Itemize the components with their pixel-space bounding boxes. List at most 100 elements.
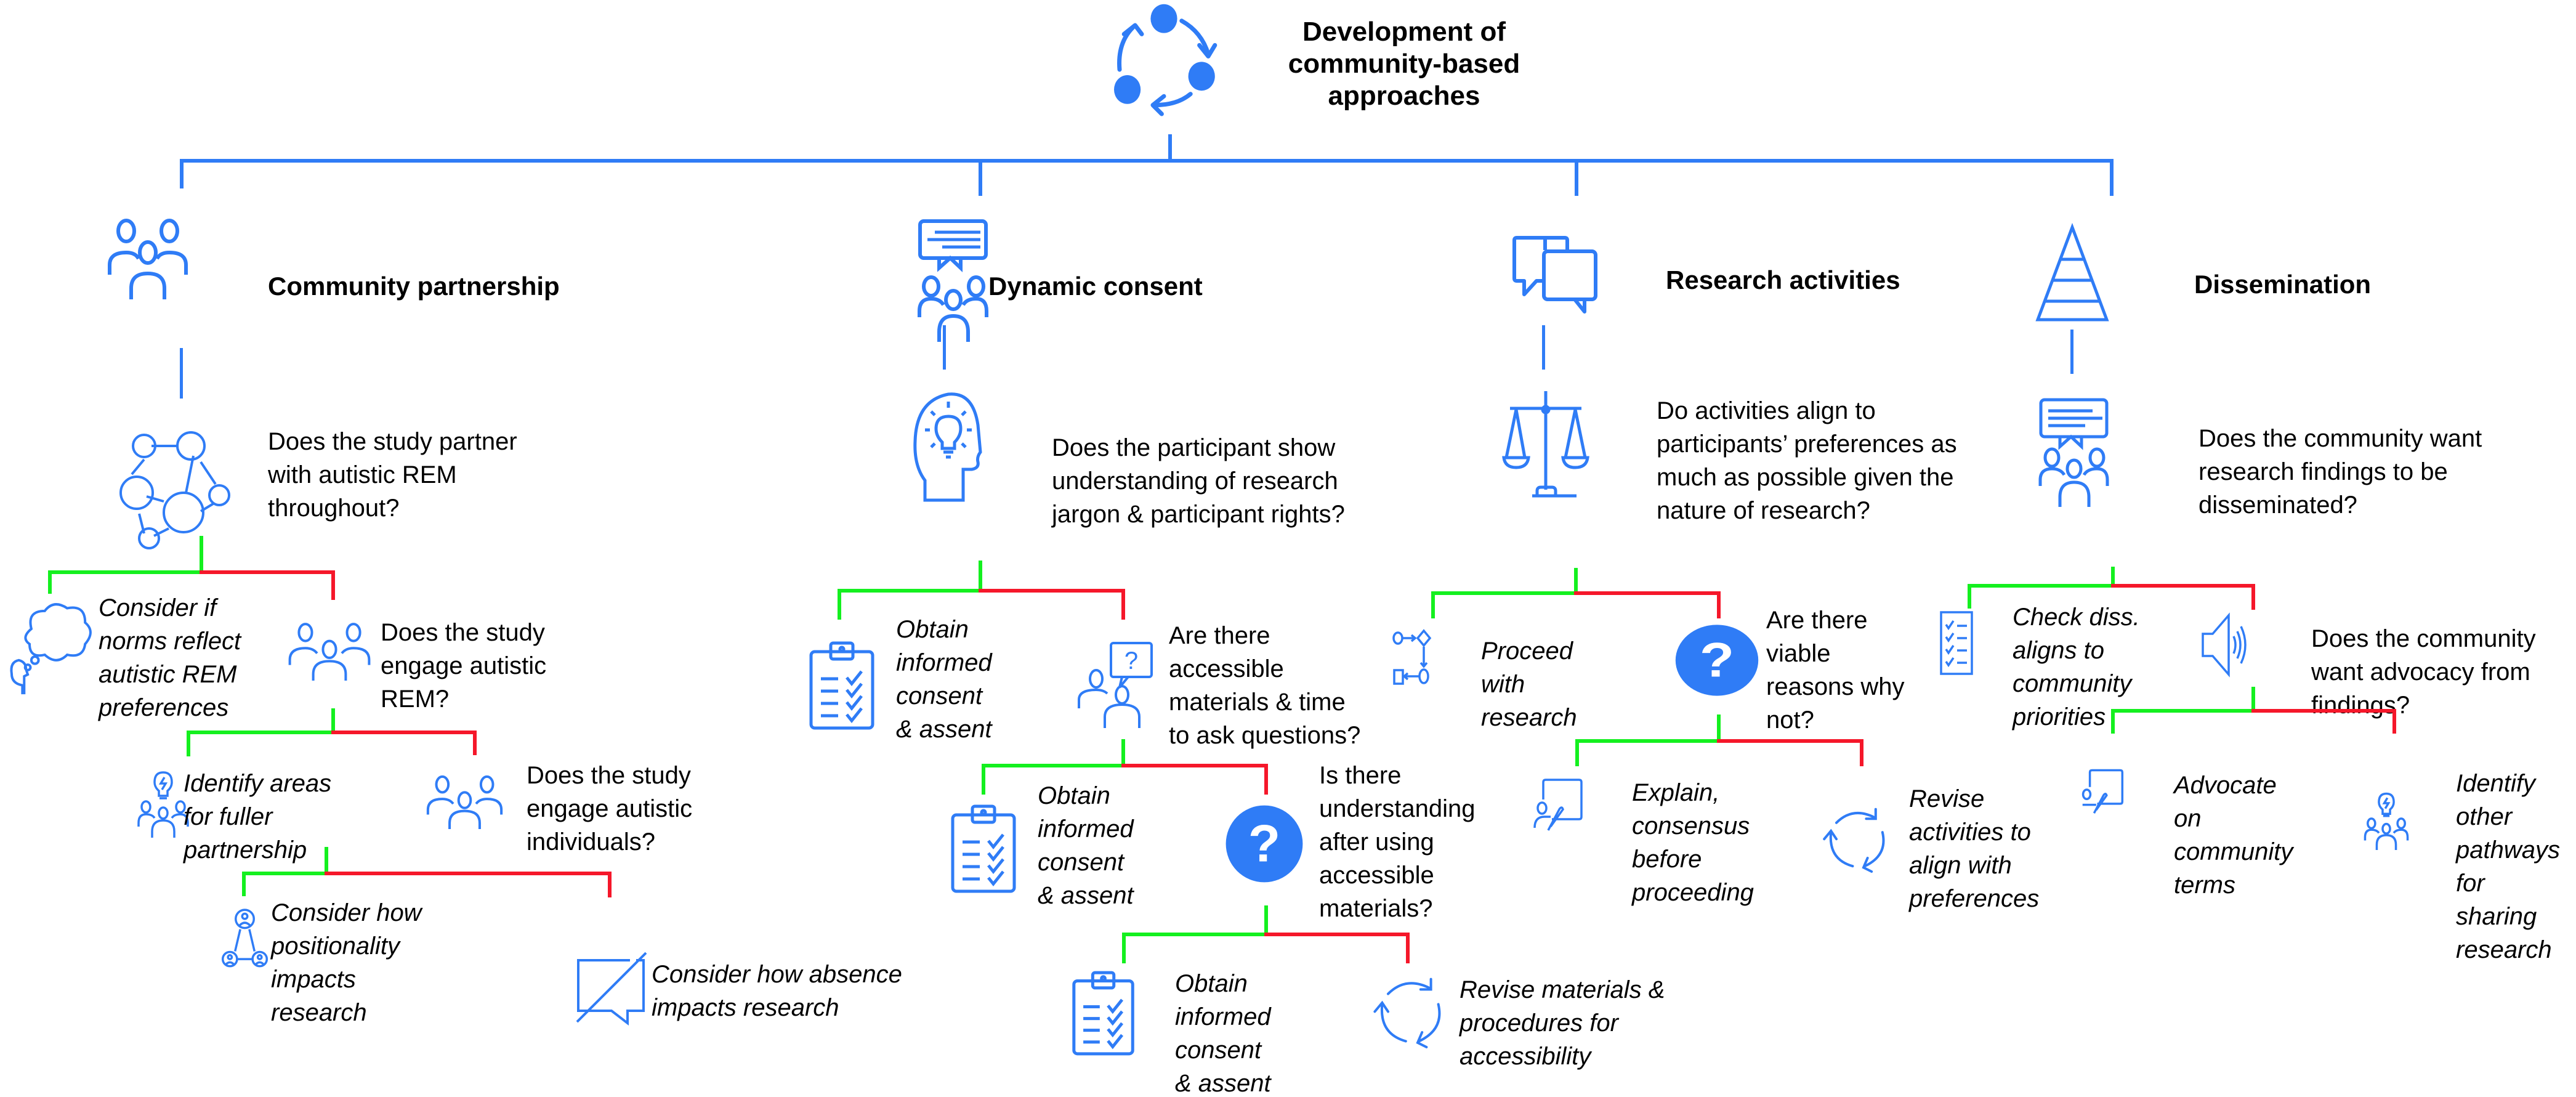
question-text: Are there accessible materials & time to… bbox=[1169, 622, 1361, 749]
no-drop bbox=[1121, 589, 1125, 620]
question-text: Does the community want research finding… bbox=[2198, 425, 2482, 519]
head-lightbulb-icon bbox=[911, 388, 982, 502]
root-horizontal-bar bbox=[180, 159, 2114, 163]
yes-drop bbox=[1431, 591, 1435, 618]
no-branch bbox=[2251, 709, 2396, 713]
group-lightbulb-icon bbox=[139, 770, 188, 838]
chat-bubbles-icon bbox=[1512, 234, 1598, 314]
decision-tree-diagram: Development of community-based approache… bbox=[0, 0, 2576, 1097]
column-1-stem bbox=[180, 159, 184, 188]
action-text: Proceed with research bbox=[1481, 638, 1577, 731]
yes-branch bbox=[1122, 933, 1268, 936]
yes-branch bbox=[1968, 584, 2115, 588]
yes-branch bbox=[2111, 709, 2255, 713]
no-branch bbox=[1574, 591, 1721, 595]
yes-branch bbox=[1431, 591, 1578, 595]
svg-text:?: ? bbox=[1124, 647, 1138, 674]
process-flow-icon bbox=[1393, 628, 1433, 690]
presenter-board-icon bbox=[1533, 777, 1583, 836]
action-text: Advocate on community terms bbox=[2174, 772, 2293, 899]
no-drop bbox=[608, 872, 612, 897]
yes-stem bbox=[200, 536, 203, 574]
group-icon bbox=[423, 775, 506, 829]
no-branch bbox=[1717, 739, 1863, 743]
title-line-1: Development of bbox=[1302, 17, 1506, 47]
no-drop bbox=[1264, 764, 1268, 795]
yes-branch bbox=[982, 764, 1125, 767]
action-text: Identify other pathways for sharing rese… bbox=[2456, 770, 2560, 963]
category-label: Dissemination bbox=[2194, 270, 2372, 299]
yes-branch bbox=[187, 731, 334, 734]
connector bbox=[2070, 330, 2073, 374]
yes-stem bbox=[979, 561, 982, 593]
presenter-board-icon bbox=[2081, 767, 2123, 819]
no-drop bbox=[1860, 739, 1863, 766]
svg-text:?: ? bbox=[1700, 633, 1734, 687]
no-branch bbox=[200, 570, 335, 574]
action-text: Revise materials & procedures for access… bbox=[1460, 976, 1665, 1070]
column-3-stem bbox=[1575, 159, 1578, 196]
question-text: Does the community want advocacy from fi… bbox=[2311, 625, 2536, 719]
no-branch bbox=[1264, 933, 1410, 936]
action-text: Consider how positionality impacts resea… bbox=[271, 899, 422, 1026]
pyramid-icon bbox=[2035, 225, 2109, 323]
yes-drop bbox=[242, 872, 246, 896]
action-text: Obtain informed consent & assent bbox=[896, 616, 992, 743]
question-text: Do activities align to participants’ pre… bbox=[1657, 397, 1957, 524]
action-text: Consider if norms reflect autistic REM p… bbox=[99, 594, 241, 721]
question-text: Does the study engage autistic REM? bbox=[381, 619, 547, 713]
yes-drop bbox=[1575, 739, 1579, 766]
refresh-cycle-icon bbox=[1373, 973, 1447, 1047]
connector bbox=[1542, 325, 1545, 370]
no-drop bbox=[2251, 584, 2255, 610]
yes-drop bbox=[838, 589, 841, 620]
network-icon bbox=[117, 425, 252, 548]
yes-drop bbox=[187, 731, 190, 756]
clipboard-checklist-icon bbox=[950, 804, 1018, 893]
person-question-icon: ? bbox=[1078, 641, 1155, 730]
clipboard-checklist-icon bbox=[809, 641, 876, 730]
action-text: Consider how absence impacts research bbox=[652, 961, 902, 1021]
yes-drop bbox=[982, 764, 985, 795]
no-branch bbox=[331, 731, 477, 734]
no-drop bbox=[331, 570, 335, 600]
no-chat-icon bbox=[575, 952, 648, 1022]
speaker-icon bbox=[2202, 613, 2251, 678]
category-label: Community partnership bbox=[268, 272, 560, 301]
yes-branch bbox=[242, 872, 328, 875]
category-label: Dynamic consent bbox=[988, 272, 1203, 301]
question-text: Does the study partner with autistic REM… bbox=[268, 428, 517, 522]
no-drop bbox=[1717, 591, 1721, 618]
root-stem bbox=[1168, 134, 1172, 161]
action-text: Check diss. aligns to community prioriti… bbox=[2013, 604, 2140, 731]
yes-drop bbox=[1122, 933, 1126, 963]
question-text: Does the participant show understanding … bbox=[1052, 434, 1345, 528]
yes-branch bbox=[838, 589, 982, 593]
column-4-stem bbox=[2110, 159, 2114, 196]
title-line-2: community-based bbox=[1288, 49, 1520, 79]
svg-text:?: ? bbox=[1248, 814, 1280, 873]
title-line-3: approaches bbox=[1328, 81, 1480, 111]
diagram-title: Development of community-based approache… bbox=[1269, 16, 1540, 112]
yes-drop bbox=[48, 570, 52, 594]
yes-drop bbox=[1968, 584, 1971, 609]
yes-branch bbox=[48, 570, 203, 574]
no-branch bbox=[1121, 764, 1268, 767]
action-text: Explain, consensus before proceeding bbox=[1632, 779, 1754, 906]
no-drop bbox=[473, 731, 477, 755]
cycle-icon bbox=[1114, 4, 1219, 114]
yes-drop bbox=[2111, 709, 2115, 734]
action-text: Revise activities to align with preferen… bbox=[1909, 785, 2040, 912]
yes-branch bbox=[1575, 739, 1721, 743]
action-text: Identify areas for fuller partnership bbox=[184, 770, 332, 864]
connector bbox=[943, 325, 946, 370]
question-text: Are there viable reasons why not? bbox=[1766, 607, 1905, 734]
group-speech-icon bbox=[918, 219, 988, 345]
thought-bubble-icon bbox=[3, 597, 95, 696]
category-label: Research activities bbox=[1666, 265, 1900, 294]
no-branch bbox=[2111, 584, 2255, 588]
question-text: Is there understanding after using acces… bbox=[1319, 762, 1476, 922]
clipboard-checklist-icon bbox=[1072, 968, 1136, 1058]
group-icon bbox=[108, 216, 188, 302]
yes-stem bbox=[1264, 905, 1268, 936]
